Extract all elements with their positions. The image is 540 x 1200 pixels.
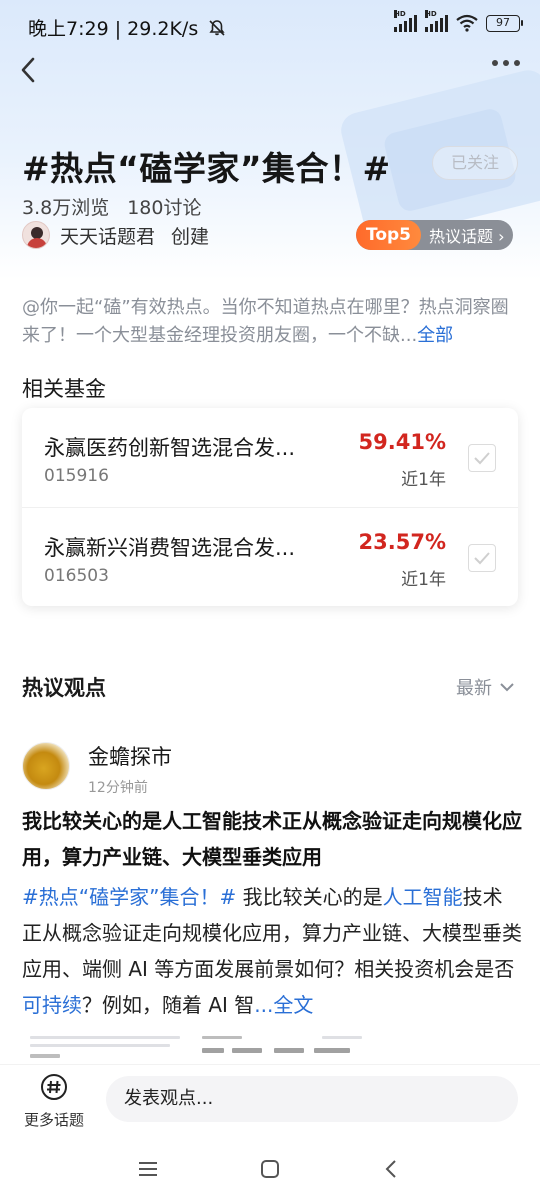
sort-label: 最新 — [456, 678, 492, 699]
fund-return-period: 近1年 — [401, 470, 446, 490]
fund-code: 015916 — [44, 466, 109, 486]
post-timestamp: 12分钟前 — [88, 780, 148, 796]
fund-return: 23.57% — [358, 530, 446, 554]
creator-info[interactable]: 天天话题君 创建 — [22, 221, 209, 249]
post-title[interactable]: 我比较关心的是人工智能技术正从概念验证走向规模化应用，算力产业链、大模型垂类应用 — [22, 803, 522, 875]
battery-icon: 97 — [486, 14, 523, 32]
rank-text: 热议话题 › — [429, 227, 505, 246]
discussion-count: 180讨论 — [127, 197, 202, 219]
post-body-text: ？例如，随着 AI 智 — [82, 993, 255, 1017]
topic-description: @你一起“磕”有效热点。当你不知道热点在哪里？热点洞察圈来了！一个大型基金经理投… — [22, 294, 522, 350]
system-navigation-bar — [0, 1140, 540, 1200]
post-body[interactable]: #热点“磕学家”集合！# 我比较关心的是人工智能技术正从概念验证走向规模化应用，… — [22, 879, 522, 1023]
post-author-name[interactable]: 金蟾探市 — [88, 741, 172, 771]
chevron-down-icon — [500, 683, 514, 692]
status-time-speed: 晚上7:29 | 29.2K/s — [28, 18, 199, 40]
hot-views-title: 热议观点 — [22, 676, 106, 700]
more-options-button[interactable] — [492, 60, 520, 66]
check-icon — [474, 452, 490, 465]
creator-action-label: 创建 — [171, 225, 210, 248]
check-icon — [474, 552, 490, 565]
fund-return: 59.41% — [358, 430, 446, 454]
keyword-link[interactable]: 可持续 — [22, 993, 82, 1017]
fund-row[interactable]: 永赢医药创新智选混合发... 015916 59.41% 近1年 — [22, 408, 518, 507]
more-dot-icon — [492, 60, 498, 66]
more-topics-label: 更多话题 — [23, 1111, 84, 1129]
creator-avatar — [22, 221, 50, 249]
post-body-text: 我比较关心的是 — [236, 885, 383, 909]
hot-topic-rank-badge[interactable]: Top5 热议话题 › — [356, 220, 513, 250]
keyword-link[interactable]: 人工智能 — [383, 885, 463, 909]
sort-dropdown[interactable]: 最新 — [456, 674, 514, 700]
more-dot-icon — [503, 60, 509, 66]
fund-select-checkbox[interactable] — [468, 544, 496, 572]
post-author-avatar[interactable] — [22, 742, 70, 790]
signal-icon-2: HD — [425, 10, 448, 32]
fund-name: 永赢医药创新智选混合发... — [44, 436, 296, 460]
rank-label: Top5 — [356, 220, 422, 250]
fund-select-checkbox[interactable] — [468, 444, 496, 472]
topic-tag-link[interactable]: #热点“磕学家”集合！# — [22, 885, 236, 909]
menu-icon[interactable] — [137, 1158, 159, 1180]
post-image-preview[interactable] — [22, 1030, 522, 1060]
more-topics-button[interactable]: 更多话题 — [22, 1073, 86, 1130]
bottom-action-bar: 更多话题 发表观点... — [0, 1064, 540, 1140]
comment-input[interactable]: 发表观点... — [106, 1076, 518, 1122]
creator-name: 天天话题君 — [60, 225, 156, 248]
view-count: 3.8万浏览 — [22, 197, 110, 219]
full-text-link[interactable]: ...全文 — [254, 993, 313, 1017]
related-funds-title: 相关基金 — [22, 377, 106, 401]
related-funds-card: 永赢医药创新智选混合发... 015916 59.41% 近1年 永赢新兴消费智… — [22, 408, 518, 606]
topic-stats: 3.8万浏览 180讨论 — [22, 193, 201, 220]
status-bar: 晚上7:29 | 29.2K/s HD HD 97 — [0, 0, 540, 52]
follow-button[interactable]: 已关注 — [432, 146, 518, 180]
fund-row[interactable]: 永赢新兴消费智选混合发... 016503 23.57% 近1年 — [22, 507, 518, 606]
fund-name: 永赢新兴消费智选混合发... — [44, 536, 296, 560]
back-button[interactable] — [14, 55, 44, 85]
home-icon[interactable] — [259, 1158, 281, 1180]
fund-return-period: 近1年 — [401, 570, 446, 590]
chevron-left-icon — [21, 57, 35, 83]
wifi-icon — [456, 14, 478, 32]
more-dot-icon — [514, 60, 520, 66]
signal-icon: HD — [394, 10, 417, 32]
topic-title: #热点“磕学家”集合！# — [22, 149, 391, 188]
fund-code: 016503 — [44, 566, 109, 586]
back-nav-icon[interactable] — [381, 1158, 403, 1180]
mute-bell-icon — [209, 20, 225, 36]
hashtag-icon — [41, 1074, 67, 1100]
expand-all-link[interactable]: 全部 — [417, 325, 453, 346]
